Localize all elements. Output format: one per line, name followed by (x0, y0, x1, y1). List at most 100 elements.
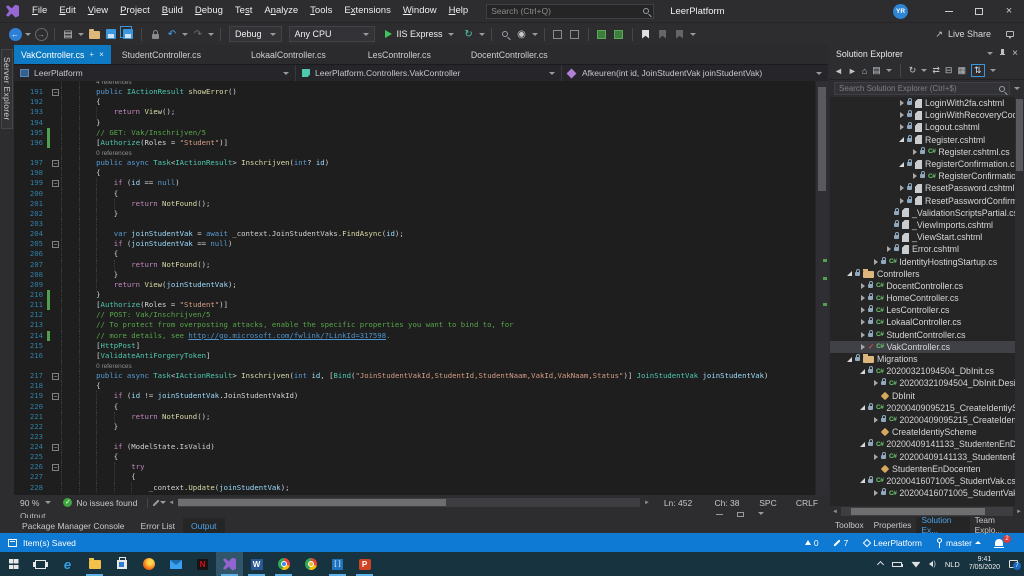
tree-item-20200321094504-dbinit-designer-cs[interactable]: C#20200321094504_DbInit.Designer.cs (830, 377, 1024, 389)
dock-tab-team-explo-[interactable]: Team Explo... (970, 515, 1024, 535)
fold-collapse-icon[interactable]: – (52, 443, 59, 451)
tree-item-resetpassword-cshtml[interactable]: ResetPassword.cshtml (830, 182, 1024, 194)
refresh-dropdown-icon[interactable] (478, 32, 485, 36)
collapsed-arrow-icon[interactable] (884, 246, 893, 253)
tree-item-loginwith2fa-cshtml[interactable]: LoginWith2fa.cshtml (830, 97, 1024, 109)
menu-edit[interactable]: Edit (53, 0, 81, 22)
se-vertical-scrollbar[interactable] (1015, 97, 1024, 506)
expanded-arrow-icon[interactable] (845, 271, 854, 277)
tree-item-studentenendocenten[interactable]: StudentenEnDocenten (830, 463, 1024, 475)
tree-item-register-cshtml-cs[interactable]: C# Register.cshtml.cs (830, 146, 1024, 158)
fold-collapse-icon[interactable]: – (52, 240, 59, 248)
scroll-right-icon[interactable]: ► (1014, 509, 1024, 515)
menu-extensions[interactable]: Extensions (338, 0, 396, 22)
menu-project[interactable]: Project (114, 0, 156, 22)
dock-tab-toolbox[interactable]: Toolbox (830, 517, 869, 533)
se-forward-icon[interactable]: ► (848, 66, 857, 76)
navigate-forward-icon[interactable]: → (34, 27, 48, 41)
codelens-references[interactable]: 0 references (96, 363, 132, 370)
scrollbar-thumb[interactable] (1016, 99, 1023, 171)
server-explorer-vertical-tab[interactable]: Server Explorer (1, 49, 13, 129)
document-health-indicator[interactable]: ✓ No issues found (57, 498, 143, 508)
wifi-icon[interactable] (911, 561, 921, 568)
minimize-button[interactable] (934, 0, 964, 22)
taskbar-chrome-button[interactable] (270, 552, 297, 576)
collapsed-arrow-icon[interactable] (897, 124, 906, 131)
navigate-back-icon[interactable]: ← (8, 27, 22, 41)
fold-collapse-icon[interactable]: – (52, 372, 59, 380)
collapsed-arrow-icon[interactable] (858, 307, 867, 314)
language-indicator[interactable]: NLD (945, 560, 960, 569)
taskbar-edge-button[interactable]: e (54, 552, 81, 576)
panel-dropdown-icon[interactable] (987, 52, 994, 55)
fold-collapse-icon[interactable]: – (52, 463, 59, 471)
expanded-arrow-icon[interactable] (858, 441, 867, 447)
tree-item-20200409141133-studentenendocenten-cs[interactable]: C#20200409141133_StudentenEnDocenten.cs (830, 438, 1024, 450)
sync-with-active-document-icon[interactable]: ⇅ (970, 64, 985, 77)
incoming-commits-button[interactable]: 0 (804, 538, 819, 548)
menu-help[interactable]: Help (443, 0, 475, 22)
collapsed-arrow-icon[interactable] (871, 490, 880, 497)
bookmark-icon[interactable] (642, 29, 650, 39)
home-icon[interactable]: ⌂ (862, 66, 867, 76)
codelens-references[interactable]: 0 references (96, 150, 132, 157)
tab-lescontroller-cs[interactable]: LesController.cs (361, 45, 438, 64)
tab-lokaalcontroller-cs[interactable]: LokaalController.cs (244, 45, 333, 64)
tree-item-resetpasswordconfirmation-cshtml[interactable]: ResetPasswordConfirmation.cshtml (830, 195, 1024, 207)
user-avatar[interactable]: YR (893, 3, 908, 19)
code-editor[interactable]: 4 references 191– public IActionResult sho… (14, 81, 828, 495)
menu-file[interactable]: File (26, 0, 53, 22)
zoom-select[interactable]: 90 % (14, 495, 57, 510)
tree-item-20200409141133-studentenendocenten-designer-cs[interactable]: C#20200409141133_StudentenEnDocenten.Des… (830, 450, 1024, 462)
taskbar-task-view-button[interactable] (27, 552, 54, 576)
open-file-icon[interactable] (88, 29, 100, 39)
tree-item-lescontroller-cs[interactable]: C# LesController.cs (830, 304, 1024, 316)
save-all-icon[interactable] (120, 26, 133, 39)
collapsed-arrow-icon[interactable] (858, 282, 867, 289)
panel-menu-icon[interactable] (758, 512, 764, 515)
tree-item-homecontroller-cs[interactable]: C# HomeController.cs (830, 292, 1024, 304)
expanded-arrow-icon[interactable] (845, 356, 854, 362)
tree-item-register-cshtml[interactable]: Register.cshtml (830, 134, 1024, 146)
repository-button[interactable]: LeerPlatform (863, 538, 922, 548)
menu-tools[interactable]: Tools (304, 0, 338, 22)
tree-item-registerconfirmation-cshtml[interactable]: RegisterConfirmation.cshtml (830, 158, 1024, 170)
search-icon[interactable] (999, 85, 1005, 92)
tree-item-dbinit[interactable]: DbInit (830, 390, 1024, 402)
tree-item-20200416071005-studentvak-cs[interactable]: C# 20200416071005_StudentVak.cs (830, 475, 1024, 487)
menu-view[interactable]: View (82, 0, 114, 22)
solution-explorer-search-input[interactable]: Search Solution Explorer (Ctrl+$) (834, 82, 1010, 95)
scrollbar-thumb[interactable] (178, 499, 447, 506)
dock-tab-solution-ex-[interactable]: Solution Ex... (916, 515, 970, 535)
panel-tab-package-manager-console[interactable]: Package Manager Console (14, 518, 133, 533)
live-share-button[interactable]: ↗ Live Share (935, 29, 1014, 40)
collapsed-arrow-icon[interactable] (910, 173, 919, 180)
live-visual-tree-dropdown-icon[interactable] (531, 32, 538, 36)
taskbar-mail-button[interactable] (162, 552, 189, 576)
menu-test[interactable]: Test (229, 0, 258, 22)
collapsed-arrow-icon[interactable] (871, 416, 880, 423)
close-button[interactable]: × (994, 0, 1024, 22)
quick-search-input[interactable]: Search (Ctrl+Q) (486, 3, 655, 19)
taskbar-store-button[interactable] (108, 552, 135, 576)
pin-icon[interactable]: + (89, 50, 94, 59)
collapse-all-icon[interactable]: ⊟ (945, 65, 953, 76)
fold-collapse-icon[interactable]: – (52, 159, 59, 167)
taskbar-start-button[interactable] (0, 552, 27, 576)
solution-platform-select[interactable]: Any CPU (288, 26, 375, 42)
fold-collapse-icon[interactable]: – (52, 392, 59, 400)
collapsed-arrow-icon[interactable] (858, 343, 867, 350)
tray-chevron-up-icon[interactable] (877, 560, 885, 568)
collapsed-arrow-icon[interactable] (858, 331, 867, 338)
tab-docentcontroller-cs[interactable]: DocentController.cs (464, 45, 555, 64)
collapsed-arrow-icon[interactable] (858, 295, 867, 302)
tree-item-20200409095215-createidentiyscheme-cs[interactable]: C#20200409095215_CreateIdentiyScheme.cs (830, 402, 1024, 414)
collapsed-arrow-icon[interactable] (871, 453, 880, 460)
navigate-back-dropdown-icon[interactable] (25, 32, 31, 36)
collapsed-arrow-icon[interactable] (897, 100, 906, 107)
tree-item-error-cshtml[interactable]: Error.cshtml (830, 243, 1024, 255)
panel-maximize-icon[interactable] (737, 512, 744, 517)
scroll-right-icon[interactable]: ► (642, 500, 652, 506)
live-visual-tree-icon[interactable]: ◉ (515, 26, 529, 43)
battery-icon[interactable] (892, 561, 904, 567)
